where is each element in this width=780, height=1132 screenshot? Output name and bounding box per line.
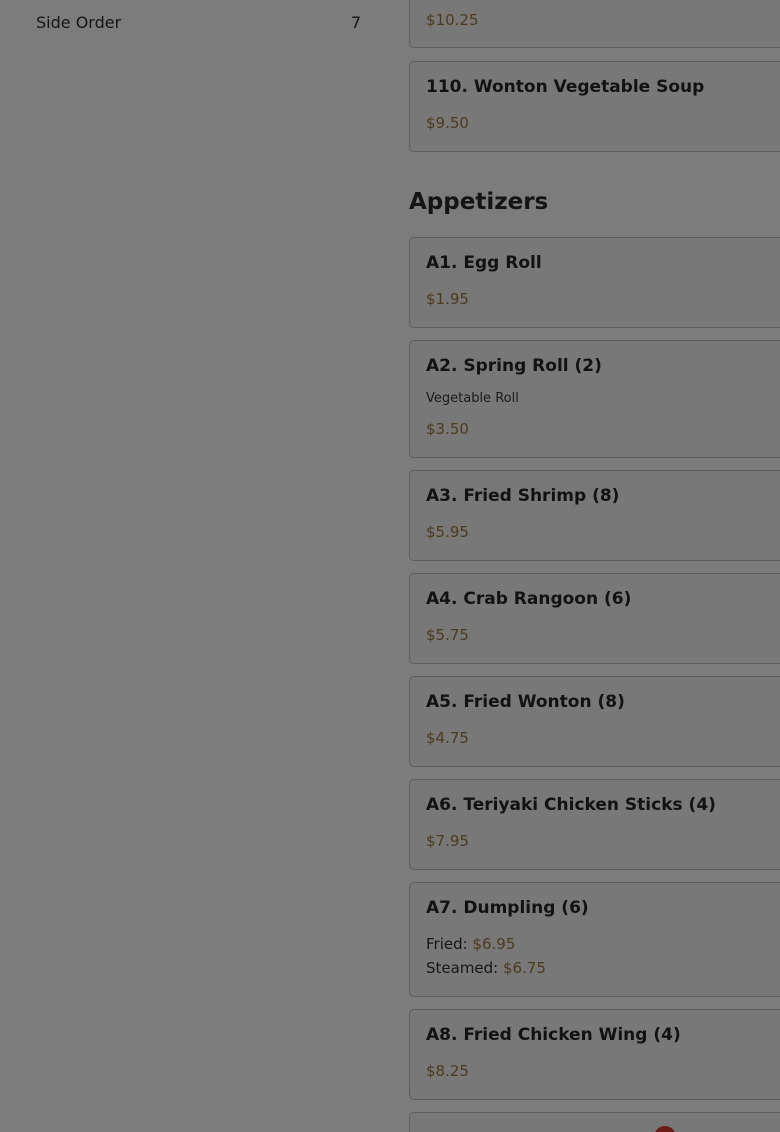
menu-item-card[interactable]: A8. Fried Chicken Wing (4) $8.25 <box>409 1009 780 1100</box>
item-title: 110. Wonton Vegetable Soup <box>426 77 705 97</box>
item-price: $8.25 <box>426 1062 469 1080</box>
menu-item-card[interactable]: A2. Spring Roll (2) Vegetable Roll $3.50 <box>409 340 780 458</box>
menu-item-card[interactable] <box>409 1112 780 1132</box>
item-title: A7. Dumpling (6) <box>426 898 589 918</box>
item-title: A4. Crab Rangoon (6) <box>426 589 632 609</box>
item-price: $4.75 <box>426 729 469 747</box>
price-option-fried: Fried: $6.95 <box>426 935 515 953</box>
item-title: A1. Egg Roll <box>426 253 542 273</box>
menu-item-card[interactable]: A1. Egg Roll $1.95 <box>409 237 780 328</box>
item-price: $1.95 <box>426 290 469 308</box>
menu-page: Side Order 7 $10.25 110. Wonton Vegetabl… <box>0 0 780 1132</box>
item-price: $5.75 <box>426 626 469 644</box>
sidebar-item-count: 7 <box>350 12 361 32</box>
menu-item-card[interactable]: A4. Crab Rangoon (6) $5.75 <box>409 573 780 664</box>
item-price: $5.95 <box>426 523 469 541</box>
menu-item-card[interactable]: A3. Fried Shrimp (8) $5.95 <box>409 470 780 561</box>
item-price: $9.50 <box>426 114 469 132</box>
item-description: Vegetable Roll <box>426 391 519 406</box>
sidebar-item-side-order[interactable]: Side Order 7 <box>36 10 361 34</box>
item-price: $3.50 <box>426 420 469 438</box>
price-option-steamed: Steamed: $6.75 <box>426 959 546 977</box>
spicy-badge-icon <box>654 1126 676 1132</box>
sidebar-item-label: Side Order <box>36 12 122 32</box>
menu-item-card[interactable]: A7. Dumpling (6) Fried: $6.95 Steamed: $… <box>409 882 780 997</box>
item-price: $7.95 <box>426 832 469 850</box>
price-option-label: Fried: <box>426 935 473 953</box>
menu-item-card[interactable]: A6. Teriyaki Chicken Sticks (4) $7.95 <box>409 779 780 870</box>
item-title: A3. Fried Shrimp (8) <box>426 486 620 506</box>
section-heading-appetizers: Appetizers <box>409 189 549 215</box>
item-title: A5. Fried Wonton (8) <box>426 692 625 712</box>
item-title: A2. Spring Roll (2) <box>426 356 602 376</box>
item-title: A8. Fried Chicken Wing (4) <box>426 1025 681 1045</box>
menu-item-card[interactable]: A5. Fried Wonton (8) $4.75 <box>409 676 780 767</box>
item-title: A6. Teriyaki Chicken Sticks (4) <box>426 795 716 815</box>
menu-item-card[interactable]: $10.25 <box>409 0 780 48</box>
price-option-amount: $6.75 <box>503 959 546 977</box>
price-option-label: Steamed: <box>426 959 504 977</box>
price-option-amount: $6.95 <box>472 935 516 953</box>
item-price: $10.25 <box>426 11 479 29</box>
menu-item-card[interactable]: 110. Wonton Vegetable Soup $9.50 <box>409 61 780 152</box>
